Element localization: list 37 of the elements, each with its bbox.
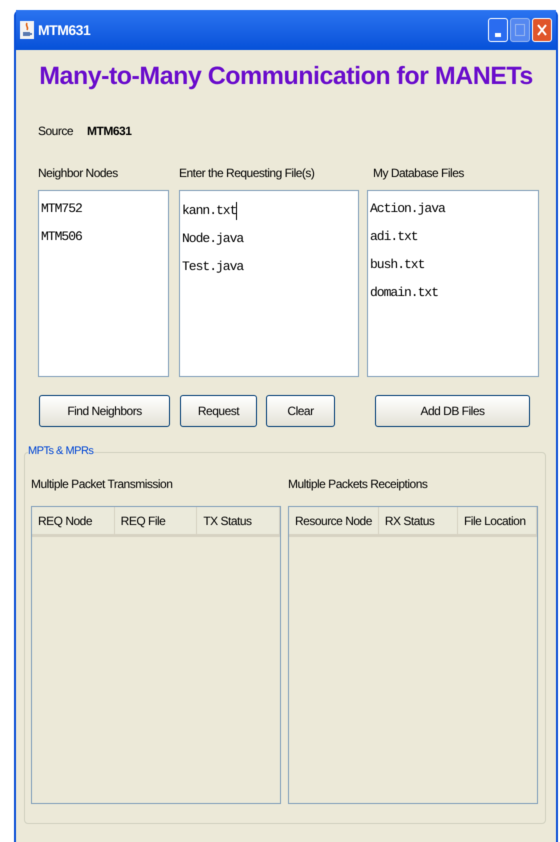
file-name: kann.txt bbox=[182, 202, 236, 220]
column-header[interactable]: Resource Node bbox=[289, 507, 379, 534]
app-heading: Many-to-Many Communication for MANETs bbox=[38, 61, 534, 92]
minimize-icon bbox=[495, 33, 501, 37]
request-button[interactable]: Request bbox=[180, 395, 257, 427]
maximize-icon bbox=[515, 24, 525, 36]
neighbor-item[interactable]: MTM506 bbox=[41, 225, 168, 253]
close-button[interactable] bbox=[532, 18, 552, 42]
minimize-button[interactable] bbox=[488, 18, 508, 42]
column-header[interactable]: RX Status bbox=[378, 507, 458, 534]
database-item[interactable]: Action.java bbox=[370, 197, 538, 225]
database-item[interactable]: domain.txt bbox=[370, 281, 538, 309]
text-cursor bbox=[236, 202, 238, 220]
file-name: Node.java bbox=[182, 230, 244, 248]
close-icon bbox=[537, 24, 547, 36]
column-header[interactable]: REQ File bbox=[114, 507, 198, 534]
source-value: MTM631 bbox=[87, 123, 132, 140]
source-label: Source bbox=[38, 123, 74, 140]
request-text-area[interactable]: kann.txt Node.java Test.java bbox=[179, 190, 359, 377]
neighbor-list[interactable]: MTM752 MTM506 bbox=[38, 190, 169, 377]
database-item[interactable]: bush.txt bbox=[370, 253, 538, 281]
request-label: Enter the Requesting File(s) bbox=[179, 165, 316, 182]
table-title: Multiple Packet Transmission bbox=[31, 476, 174, 493]
column-header[interactable]: File Location bbox=[458, 507, 538, 534]
database-list[interactable]: Action.java adi.txt bush.txt domain.txt bbox=[367, 190, 539, 377]
database-item[interactable]: adi.txt bbox=[370, 225, 538, 253]
window-title: MTM631 bbox=[38, 20, 90, 40]
table-title: Multiple Packets Receiptions bbox=[288, 476, 428, 493]
neighbors-label: Neighbor Nodes bbox=[38, 165, 119, 182]
column-header[interactable]: TX Status bbox=[197, 507, 280, 534]
clear-button[interactable]: Clear bbox=[266, 395, 335, 427]
database-label: My Database Files bbox=[373, 165, 464, 182]
find-neighbors-button[interactable]: Find Neighbors bbox=[39, 395, 170, 427]
file-name: Test.java bbox=[182, 258, 244, 276]
neighbor-item[interactable]: MTM752 bbox=[41, 197, 168, 225]
add-db-files-button[interactable]: Add DB Files bbox=[375, 395, 530, 427]
column-header[interactable]: REQ Node bbox=[32, 507, 115, 534]
